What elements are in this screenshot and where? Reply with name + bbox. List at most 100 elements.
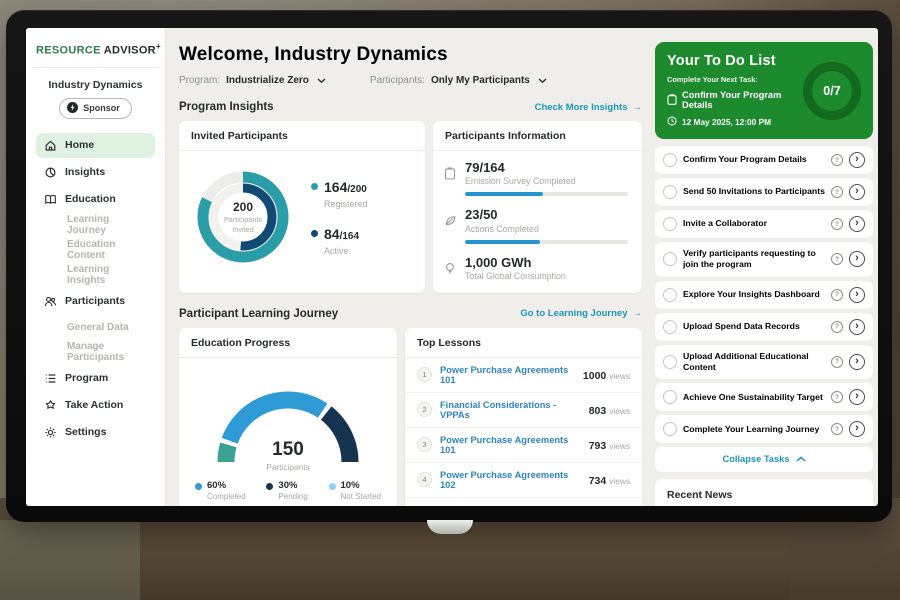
- recent-news-card: Recent News: [655, 479, 873, 506]
- sidebar-item-label: Manage Participants: [67, 341, 147, 363]
- go-to-task-button[interactable]: ›: [849, 152, 865, 168]
- take-action-icon: [44, 399, 57, 412]
- logo-advisor: ADVISOR: [104, 45, 156, 57]
- todo-checkbox[interactable]: [663, 288, 677, 302]
- legend-dot: [266, 483, 273, 490]
- go-to-task-button[interactable]: ›: [849, 319, 865, 335]
- lesson-row: 3 Power Purchase Agreements 101 793views: [405, 428, 642, 463]
- registered-value: 164: [324, 179, 347, 195]
- todo-checkbox[interactable]: [663, 185, 677, 199]
- sidebar-item-general-data[interactable]: General Data: [36, 316, 155, 339]
- go-to-learning-journey-link[interactable]: Go to Learning Journey →: [520, 308, 642, 319]
- todo-checkbox[interactable]: [663, 252, 677, 266]
- emission-survey-label: Emission Survey Completed: [465, 176, 628, 186]
- go-to-task-button[interactable]: ›: [849, 287, 865, 303]
- donut-center-value: 200: [233, 200, 253, 214]
- sponsor-badge: Sponsor: [59, 98, 132, 119]
- help-icon[interactable]: ?: [831, 186, 843, 198]
- chevron-up-icon: [796, 454, 806, 464]
- lesson-rank: 1: [417, 367, 432, 382]
- progress-fill: [465, 192, 543, 196]
- sidebar-item-learning-insights[interactable]: Learning Insights: [36, 264, 155, 287]
- collapse-tasks-link[interactable]: Collapse Tasks: [655, 447, 873, 472]
- active-total: /164: [340, 231, 359, 242]
- sidebar-item-insights[interactable]: Insights: [36, 160, 155, 185]
- todo-item: Verify participants requesting to join t…: [655, 242, 873, 277]
- go-to-task-button[interactable]: ›: [849, 421, 865, 437]
- todo-item-label: Upload Spend Data Records: [683, 321, 825, 332]
- todo-item-label: Confirm Your Program Details: [683, 154, 825, 165]
- todo-next-task: Confirm Your Program Details: [667, 90, 797, 110]
- sidebar-item-label: Education: [65, 193, 116, 205]
- go-to-task-button[interactable]: ›: [849, 216, 865, 232]
- lesson-link[interactable]: Power Purchase Agreements 101: [440, 435, 581, 455]
- views-suffix: views: [609, 441, 630, 451]
- sidebar-item-label: Program: [65, 372, 108, 384]
- legend-dot: [311, 183, 318, 190]
- sidebar-item-learning-journey[interactable]: Learning Journey: [36, 214, 155, 237]
- help-icon[interactable]: ?: [831, 218, 843, 230]
- legend-dot: [311, 230, 318, 237]
- top-lessons-title: Top Lessons: [405, 328, 642, 358]
- go-to-task-button[interactable]: ›: [849, 354, 865, 370]
- dashboard-screen: RESOURCE ADVISOR+ Industry Dynamics Spon…: [26, 28, 878, 506]
- program-dropdown[interactable]: Program: Industrialize Zero: [179, 75, 326, 86]
- todo-checkbox[interactable]: [663, 390, 677, 404]
- sidebar-item-education-content[interactable]: Education Content: [36, 239, 155, 262]
- go-to-task-button[interactable]: ›: [849, 251, 865, 267]
- check-more-insights-link[interactable]: Check More Insights →: [535, 102, 642, 113]
- sidebar-item-settings[interactable]: Settings: [36, 420, 155, 445]
- help-icon[interactable]: ?: [831, 423, 843, 435]
- stat-emission-survey: 79/164 Emission Survey Completed: [443, 161, 628, 196]
- completed-pct: 60%: [207, 481, 246, 491]
- legend-item-active: 84/164 Active: [311, 226, 368, 256]
- todo-item: Upload Additional Educational Content ? …: [655, 345, 873, 380]
- sponsor-label: Sponsor: [83, 103, 120, 113]
- emission-survey-value: 79/164: [465, 161, 628, 175]
- todo-checkbox[interactable]: [663, 355, 677, 369]
- go-to-task-button[interactable]: ›: [849, 184, 865, 200]
- lesson-views: 734: [589, 475, 607, 487]
- sidebar-item-home[interactable]: Home: [36, 133, 155, 158]
- progress-fill: [465, 240, 540, 244]
- participants-dropdown[interactable]: Participants: Only My Participants: [370, 75, 547, 86]
- help-icon[interactable]: ?: [831, 289, 843, 301]
- todo-checkbox[interactable]: [663, 422, 677, 436]
- sponsor-icon: [67, 102, 78, 115]
- legend-dot: [329, 483, 336, 490]
- arrow-right-icon: →: [633, 102, 643, 113]
- help-icon[interactable]: ?: [831, 356, 843, 368]
- lesson-link[interactable]: Power Purchase Agreements 102: [440, 470, 581, 490]
- arrow-right-icon: →: [633, 308, 643, 319]
- go-to-task-button[interactable]: ›: [849, 389, 865, 405]
- todo-checkbox[interactable]: [663, 320, 677, 334]
- todo-subtitle: Complete Your Next Task:: [667, 75, 797, 84]
- actions-completed-label: Actions Completed: [465, 224, 628, 234]
- todo-checkbox[interactable]: [663, 217, 677, 231]
- lesson-link[interactable]: Power Purchase Agreements 101: [440, 365, 575, 385]
- lesson-link[interactable]: Power Purchase Agreements 103: [440, 505, 581, 506]
- sidebar-item-education[interactable]: Education: [36, 187, 155, 212]
- divider: [32, 67, 159, 68]
- org-name: Industry Dynamics: [36, 79, 155, 91]
- sidebar-item-take-action[interactable]: Take Action: [36, 393, 155, 418]
- pending-pct: 30%: [278, 481, 307, 491]
- help-icon[interactable]: ?: [831, 391, 843, 403]
- home-icon: [44, 139, 57, 152]
- help-icon[interactable]: ?: [831, 154, 843, 166]
- lesson-rank: 3: [417, 437, 432, 452]
- todo-item: Confirm Your Program Details ? ›: [655, 146, 873, 174]
- pie-chart-icon: [44, 166, 57, 179]
- lesson-views: 1000: [583, 370, 606, 382]
- invited-participants-donut-chart: 200 Participants Invited: [187, 161, 299, 273]
- help-icon[interactable]: ?: [831, 253, 843, 265]
- help-icon[interactable]: ?: [831, 321, 843, 333]
- not-started-label: Not Started: [341, 492, 381, 501]
- sidebar-item-manage-participants[interactable]: Manage Participants: [36, 341, 155, 364]
- todo-checkbox[interactable]: [663, 153, 677, 167]
- lesson-link[interactable]: Financial Considerations - VPPAs: [440, 400, 581, 420]
- sidebar-item-participants[interactable]: Participants: [36, 289, 155, 314]
- sidebar-item-program[interactable]: Program: [36, 366, 155, 391]
- logo-plus: +: [156, 42, 161, 51]
- book-icon: [44, 193, 57, 206]
